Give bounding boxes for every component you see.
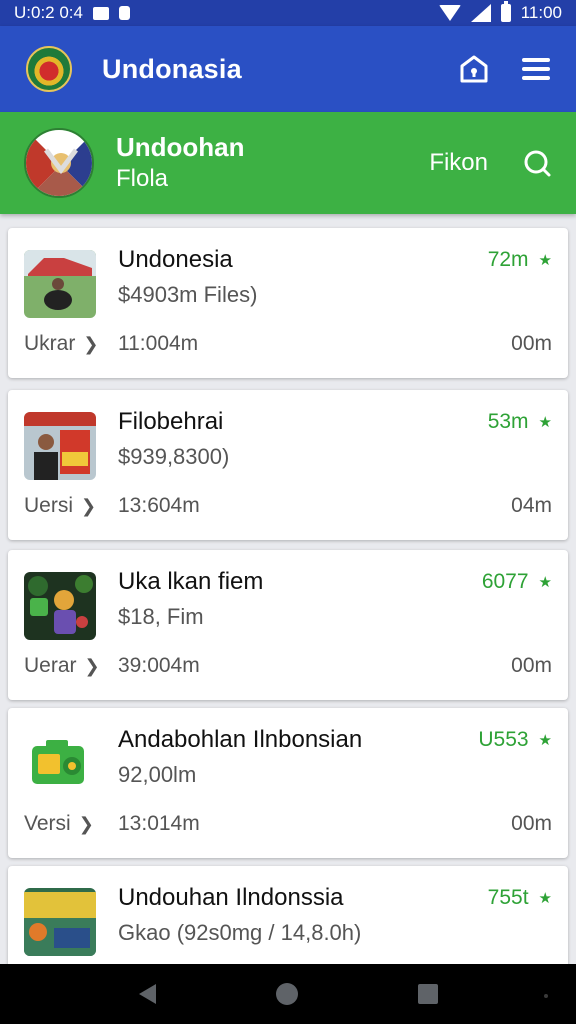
- recents-button[interactable]: [417, 984, 438, 1004]
- star-icon: ★: [538, 890, 552, 907]
- item-subtitle: $4903m Files): [118, 282, 258, 307]
- list-item[interactable]: Andabohlan Ilnbonsian 92,00lm U553 ★ Ver…: [8, 708, 568, 858]
- chevron-right-icon: ❯: [78, 813, 94, 834]
- lock-icon: [119, 6, 130, 20]
- status-bar: U:0:2 0:4 11:00: [0, 0, 576, 26]
- item-subtitle: 92,00lm: [118, 762, 197, 787]
- item-subtitle: $939,8300): [118, 444, 230, 469]
- app-bar: Undonasia: [0, 26, 576, 112]
- item-time: 13:014m: [118, 812, 200, 835]
- banner-action-link[interactable]: Fikon: [429, 149, 488, 177]
- menu-button[interactable]: [518, 51, 554, 87]
- app-title: Undonasia: [102, 53, 242, 84]
- item-stat: 755t ★: [488, 886, 552, 910]
- system-nav-bar: [0, 964, 576, 1024]
- item-label: Ukrar: [24, 332, 76, 355]
- list-item[interactable]: Undonesia $4903m Files) 72m ★ Ukrar ❯ 11…: [8, 228, 568, 378]
- item-time: 11:004m: [118, 332, 199, 355]
- message-icon: [93, 6, 109, 20]
- item-subtitle: Gkao (92s0mg / 14,8.0h): [118, 920, 362, 945]
- item-stat: U553 ★: [478, 728, 552, 752]
- nav-indicator-dot: [544, 994, 548, 998]
- item-duration: 00m: [511, 332, 552, 355]
- item-stat-value: 53m: [487, 410, 529, 433]
- item-title: Filobehrai: [118, 408, 224, 435]
- banner-text: Undoohan Flola: [116, 131, 245, 195]
- item-stat: 6077 ★: [482, 570, 552, 594]
- home-lock-icon: [460, 55, 488, 83]
- item-stat: 72m ★: [488, 248, 552, 272]
- item-stat-value: 6077: [481, 570, 529, 593]
- status-time-right: 11:00: [520, 3, 562, 22]
- signal-icon: [470, 4, 491, 22]
- chevron-right-icon: ❯: [84, 655, 100, 676]
- item-stat-value: 755t: [487, 886, 529, 909]
- item-subtitle: $18, Fim: [118, 604, 204, 629]
- item-thumbnail: [24, 730, 96, 798]
- chevron-right-icon: ❯: [81, 495, 97, 516]
- item-title: Undonesia: [118, 246, 233, 273]
- star-icon: ★: [538, 732, 552, 749]
- wifi-icon: [438, 5, 461, 21]
- item-stat-value: U553: [478, 728, 529, 751]
- star-icon: ★: [538, 252, 552, 269]
- star-icon: ★: [538, 574, 552, 591]
- banner-subtitle: Flola: [116, 165, 169, 192]
- item-stat-value: 72m: [487, 248, 529, 271]
- status-right: 11:00: [438, 1, 562, 23]
- banner-title: Undoohan: [116, 132, 245, 162]
- banner-avatar: [24, 128, 94, 198]
- list-item[interactable]: Filobehrai $939,8300) 53m ★ Uersi ❯ 13:6…: [8, 390, 568, 540]
- item-time: 39:004m: [118, 654, 200, 677]
- emblem-icon: [26, 130, 92, 196]
- item-version-link[interactable]: Uerar ❯: [24, 654, 100, 678]
- item-duration: 00m: [511, 812, 552, 835]
- profile-banner[interactable]: Undoohan Flola Fikon: [0, 112, 576, 214]
- item-label: Versi: [24, 812, 71, 835]
- item-duration: 00m: [511, 654, 552, 677]
- item-title: Andabohlan Ilnbonsian: [118, 726, 363, 753]
- item-version-link[interactable]: Ukrar ❯: [24, 332, 98, 356]
- search-icon[interactable]: [522, 148, 552, 178]
- item-label: Uersi: [24, 494, 74, 517]
- status-time-left: U:0:2 0:4: [14, 3, 83, 22]
- menu-icon: [522, 58, 550, 80]
- list-item[interactable]: Uka lkan fiem $18, Fim 6077 ★ Uerar ❯ 39…: [8, 550, 568, 700]
- item-thumbnail: [24, 412, 96, 480]
- item-label: Uerar: [24, 654, 77, 677]
- item-stat: 53m ★: [488, 410, 552, 434]
- star-icon: ★: [538, 414, 552, 431]
- home-button[interactable]: [275, 983, 298, 1005]
- item-thumbnail: [24, 250, 96, 318]
- item-version-link[interactable]: Uersi ❯: [24, 494, 96, 518]
- item-thumbnail: [24, 572, 96, 640]
- app-logo: [26, 46, 72, 92]
- item-duration: 04m: [511, 494, 552, 517]
- chevron-right-icon: ❯: [83, 333, 99, 354]
- status-left: U:0:2 0:4: [14, 3, 130, 23]
- back-button[interactable]: [138, 984, 156, 1004]
- item-title: Undouhan Ilndonssia: [118, 884, 344, 911]
- battery-icon: [500, 1, 511, 22]
- home-lock-button[interactable]: [456, 51, 492, 87]
- app-actions: [456, 51, 554, 87]
- item-time: 13:604m: [118, 494, 200, 517]
- item-version-link[interactable]: Versi ❯: [24, 812, 94, 836]
- item-thumbnail: [24, 888, 96, 956]
- item-title: Uka lkan fiem: [118, 568, 264, 595]
